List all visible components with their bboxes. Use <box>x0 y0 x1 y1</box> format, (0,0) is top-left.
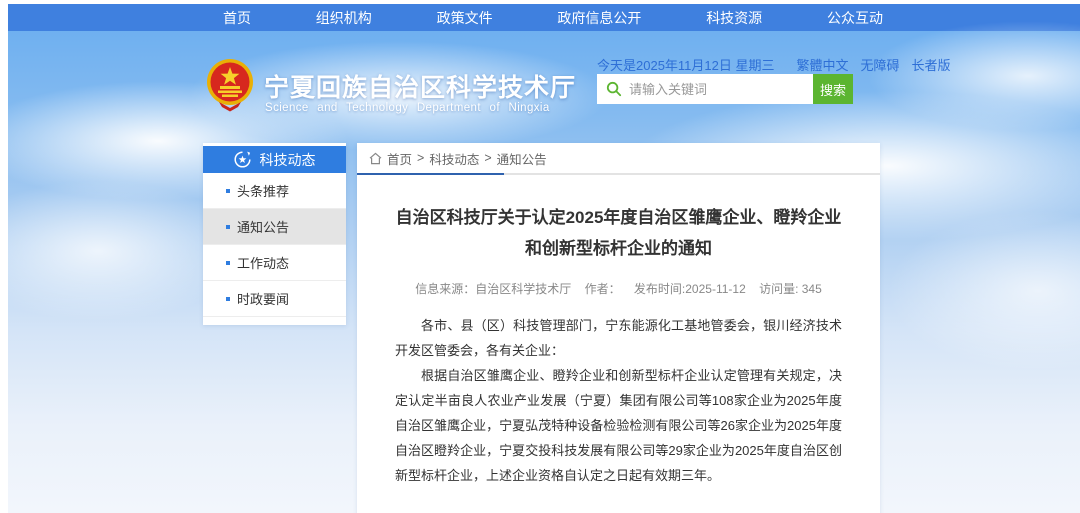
breadcrumb-separator: > <box>484 151 491 165</box>
national-emblem-logo <box>205 58 255 112</box>
bullet-icon <box>226 189 230 193</box>
nav-item-gov-info[interactable]: 政府信息公开 <box>557 8 641 28</box>
link-traditional-chinese[interactable]: 繁體中文 <box>797 55 849 74</box>
site-title: 宁夏回族自治区科学技术厅 <box>264 68 576 104</box>
breadcrumb-notices[interactable]: 通知公告 <box>497 149 547 168</box>
sidebar-title: 科技动态 <box>260 150 316 170</box>
article-paragraph: 根据自治区雏鹰企业、瞪羚企业和创新型标杆企业认定管理有关规定，决定认定半亩良人农… <box>395 363 842 488</box>
meta-author: 作者： <box>585 282 621 296</box>
article-title: 自治区科技厅关于认定2025年度自治区雏鹰企业、瞪羚企业 和创新型标杆企业的通知 <box>357 202 880 264</box>
page: 首页 组织机构 政策文件 政府信息公开 科技资源 公众互动 <box>0 0 1080 513</box>
article-meta: 信息来源：自治区科学技术厅 作者： 发布时间:2025-11-12 访问量: 3… <box>357 280 880 297</box>
sidebar-item-politics-news[interactable]: 时政要闻 <box>203 281 346 317</box>
cloud-decoration <box>888 211 1080 371</box>
bullet-icon <box>226 297 230 301</box>
sidebar-item-notices[interactable]: 通知公告 <box>203 209 346 245</box>
sidebar-header: 科技动态 <box>203 146 346 173</box>
sidebar-item-headlines[interactable]: 头条推荐 <box>203 173 346 209</box>
nav-item-home[interactable]: 首页 <box>223 8 251 28</box>
breadcrumb-separator: > <box>417 151 424 165</box>
article-title-line2: 和创新型标杆企业的通知 <box>357 233 880 264</box>
star-circle-icon <box>234 151 251 168</box>
breadcrumb: 首页 > 科技动态 > 通知公告 <box>357 143 880 173</box>
site-subtitle: Science and Technology Department of Nin… <box>265 102 550 114</box>
meta-visits: 访问量: 345 <box>759 282 822 296</box>
link-elderly-version[interactable]: 长者版 <box>912 55 951 74</box>
content-panel: 首页 > 科技动态 > 通知公告 自治区科技厅关于认定2025年度自治区雏鹰企业… <box>357 143 880 513</box>
nav-item-organization[interactable]: 组织机构 <box>316 8 372 28</box>
breadcrumb-home[interactable]: 首页 <box>387 149 412 168</box>
meta-publish-time: 发布时间:2025-11-12 <box>634 282 746 296</box>
search-button[interactable]: 搜索 <box>813 74 853 104</box>
sidebar-item-label: 工作动态 <box>237 253 289 272</box>
home-icon <box>369 152 382 165</box>
current-date: 今天是2025年11月12日 星期三 <box>597 55 775 74</box>
link-accessibility[interactable]: 无障碍 <box>861 55 900 74</box>
search-input[interactable] <box>629 82 813 97</box>
sidebar-item-work-news[interactable]: 工作动态 <box>203 245 346 281</box>
bullet-icon <box>226 261 230 265</box>
sidebar-item-label: 通知公告 <box>237 217 289 236</box>
bullet-icon <box>226 225 230 229</box>
article-paragraph: 各市、县（区）科技管理部门，宁东能源化工基地管委会，银川经济技术开发区管委会，各… <box>395 313 842 363</box>
breadcrumb-sci-news[interactable]: 科技动态 <box>429 149 479 168</box>
meta-source: 信息来源：自治区科学技术厅 <box>415 282 571 296</box>
nav-item-policy[interactable]: 政策文件 <box>437 8 493 28</box>
nav-item-sci-resources[interactable]: 科技资源 <box>706 8 762 28</box>
search-icon <box>606 81 622 97</box>
sidebar-item-label: 时政要闻 <box>237 289 289 308</box>
breadcrumb-divider <box>357 173 880 175</box>
sidebar-item-label: 头条推荐 <box>237 181 289 200</box>
site-header: 宁夏回族自治区科学技术厅 Science and Technology Depa… <box>8 35 1080 140</box>
search-bar: 搜索 <box>597 74 853 104</box>
article-title-line1: 自治区科技厅关于认定2025年度自治区雏鹰企业、瞪羚企业 <box>357 202 880 233</box>
header-utility-bar: 今天是2025年11月12日 星期三 繁體中文 无障碍 长者版 <box>597 55 887 74</box>
sidebar: 科技动态 头条推荐 通知公告 工作动态 时政要闻 <box>203 143 346 325</box>
article-body: 各市、县（区）科技管理部门，宁东能源化工基地管委会，银川经济技术开发区管委会，各… <box>357 313 880 488</box>
